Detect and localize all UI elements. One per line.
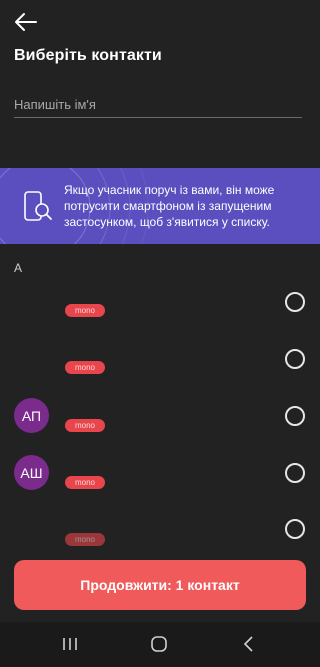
contact-row[interactable]: АП mono: [0, 398, 320, 454]
home-icon[interactable]: [147, 634, 171, 654]
arrow-left-icon: [15, 13, 37, 31]
phone-search-icon: [24, 191, 52, 221]
page-title: Виберіть контакти: [14, 47, 162, 64]
contact-row[interactable]: mono: [0, 349, 320, 405]
recent-apps-icon[interactable]: [58, 634, 82, 654]
select-radio[interactable]: [285, 292, 305, 312]
contact-row[interactable]: АШ mono: [0, 455, 320, 511]
mono-badge: mono: [65, 476, 105, 489]
back-icon[interactable]: [237, 634, 261, 654]
search-field[interactable]: [14, 94, 302, 118]
avatar: АП: [14, 398, 49, 433]
mono-badge: mono: [65, 361, 105, 374]
avatar: АШ: [14, 455, 49, 490]
mono-badge: mono: [65, 533, 105, 546]
name-search-input[interactable]: [14, 94, 302, 114]
select-radio[interactable]: [285, 349, 305, 369]
system-nav-bar: [0, 622, 320, 667]
section-letter: А: [14, 261, 23, 275]
select-radio[interactable]: [285, 463, 305, 483]
contact-row[interactable]: mono: [0, 292, 320, 348]
mono-badge: mono: [65, 304, 105, 317]
banner-text: Якщо учасник поруч із вами, він може пот…: [64, 183, 275, 229]
continue-button[interactable]: Продовжити: 1 контакт: [14, 560, 306, 610]
back-button[interactable]: [12, 10, 40, 34]
mono-badge: mono: [65, 419, 105, 432]
select-radio[interactable]: [285, 406, 305, 426]
select-radio[interactable]: [285, 519, 305, 539]
